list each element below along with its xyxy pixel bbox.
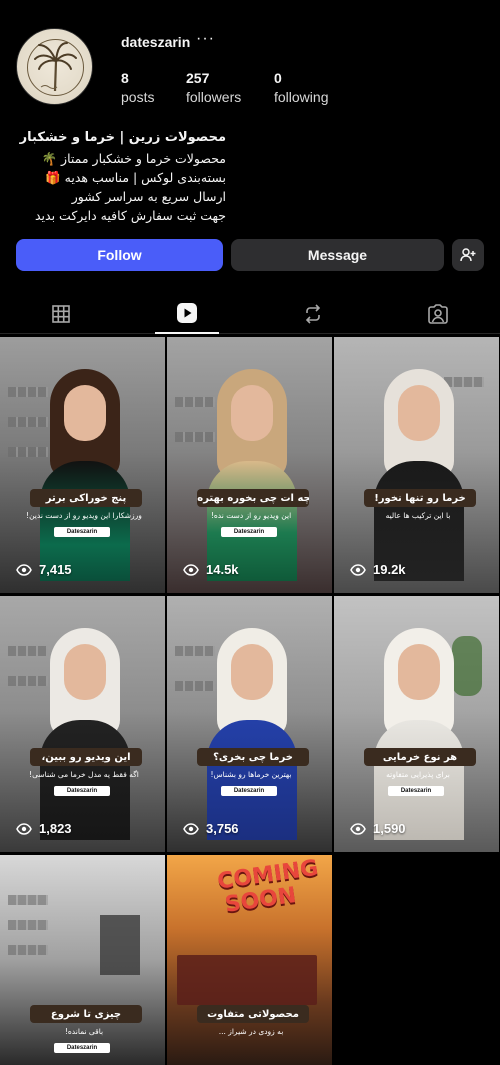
view-count: 1,590: [373, 821, 406, 836]
reels-icon: [177, 303, 197, 323]
eye-icon: [350, 822, 366, 835]
view-count: 7,415: [39, 562, 72, 577]
reel-subtitle: برای پذیرایی متفاوته: [386, 770, 450, 779]
reel-subtitle: اگه فقط یه مدل خرما می شناسی!: [29, 770, 139, 779]
profile-header: dateszarin ··· 8 posts 257 followers 0 f…: [0, 0, 500, 140]
profile-tabs: [0, 294, 500, 334]
reel-item[interactable]: چیزی تا شروع باقی نمانده! Dateszarin: [0, 855, 165, 1065]
reel-item[interactable]: خرما رو تنها نخور! با این ترکیب ها عالیه…: [334, 337, 499, 593]
reel-views: 1,590: [350, 821, 406, 836]
reel-item[interactable]: خرما چی بخری؟ بهترین خرماها رو بشناس! Da…: [167, 596, 332, 852]
storefront-graphic: [177, 955, 317, 1005]
reel-title: هر نوع خرمایی: [364, 748, 476, 766]
view-count: 14.5k: [206, 562, 239, 577]
bio-line: محصولات خرما و خشکبار ممتاز 🌴: [41, 151, 227, 166]
person-figure: [40, 369, 130, 581]
posts-count: 8: [121, 70, 129, 86]
follow-button[interactable]: Follow: [16, 239, 223, 271]
reel-subtitle: این ویدیو رو از دست نده!: [210, 511, 292, 520]
shelf-graphic: [8, 920, 48, 930]
reel-subtitle: باقی نمانده!: [64, 1027, 104, 1036]
following-label: following: [274, 89, 329, 105]
profile-avatar[interactable]: [16, 28, 93, 105]
eye-icon: [183, 822, 199, 835]
eye-icon: [350, 563, 366, 576]
posts-label: posts: [121, 89, 155, 105]
eye-icon: [16, 822, 32, 835]
eye-icon: [183, 563, 199, 576]
reel-views: 14.5k: [183, 562, 239, 577]
reel-item[interactable]: COMING SOON محصولاتی متفاوت به زودی در ش…: [167, 855, 332, 1065]
brand-tag: Dateszarin: [221, 786, 277, 796]
reel-title: بچه ات چی بخوره بهتره؟: [197, 489, 309, 507]
reel-item[interactable]: پنج خوراکی برتر ورزشکارا این ویدیو رو از…: [0, 337, 165, 593]
person-figure: [40, 628, 130, 840]
palm-logo-icon: [27, 39, 84, 96]
reel-subtitle: با این ترکیب ها عالیه: [385, 511, 451, 520]
grid-icon: [52, 305, 70, 323]
more-options-icon[interactable]: ···: [196, 30, 215, 48]
followers-label: followers: [186, 89, 242, 105]
reel-item[interactable]: این ویدیو رو ببین، اگه فقط یه مدل خرما م…: [0, 596, 165, 852]
reel-title: چیزی تا شروع: [30, 1005, 142, 1023]
reel-title: این ویدیو رو ببین،: [30, 748, 142, 766]
tab-reels[interactable]: [155, 294, 219, 334]
following-count: 0: [274, 70, 282, 86]
reel-title: خرما رو تنها نخور!: [364, 489, 476, 507]
brand-tag: Dateszarin: [54, 786, 110, 796]
add-user-button[interactable]: [452, 239, 484, 271]
shelf-graphic: [8, 895, 48, 905]
shelf-graphic: [8, 945, 48, 955]
person-figure: [374, 628, 464, 840]
stat-following[interactable]: 0 following: [274, 70, 328, 105]
view-count: 3,756: [206, 821, 239, 836]
bio-line: ارسال سریع به سراسر کشور: [71, 189, 226, 204]
person-figure: [374, 369, 464, 581]
reel-subtitle: بهترین خرماها رو بشناس!: [210, 770, 292, 779]
tab-tagged[interactable]: [406, 294, 470, 334]
reel-title: پنج خوراکی برتر: [30, 489, 142, 507]
reel-views: 3,756: [183, 821, 239, 836]
reel-title: محصولاتی متفاوت: [197, 1005, 309, 1023]
tab-reposts[interactable]: [281, 294, 345, 334]
reel-subtitle: به زودی در شیراز ...: [218, 1027, 284, 1036]
brand-tag: Dateszarin: [388, 786, 444, 796]
stat-posts[interactable]: 8 posts: [121, 70, 154, 105]
reel-item[interactable]: بچه ات چی بخوره بهتره؟ این ویدیو رو از د…: [167, 337, 332, 593]
add-user-icon: [460, 248, 476, 262]
bio-line: بسته‌بندی لوکس | مناسب هدیه 🎁: [45, 170, 226, 185]
stat-followers[interactable]: 257 followers: [186, 70, 241, 105]
person-figure: [207, 369, 297, 581]
followers-count: 257: [186, 70, 210, 86]
brand-tag: Dateszarin: [54, 527, 110, 537]
reel-views: 7,415: [16, 562, 72, 577]
reel-title: خرما چی بخری؟: [197, 748, 309, 766]
reels-grid: پنج خوراکی برتر ورزشکارا این ویدیو رو از…: [0, 337, 500, 1065]
reel-views: 19.2k: [350, 562, 406, 577]
bio-name: محصولات زرین | خرما و خشکبار: [19, 130, 226, 145]
message-button[interactable]: Message: [231, 239, 444, 271]
brand-tag: Dateszarin: [221, 527, 277, 537]
reel-item[interactable]: هر نوع خرمایی برای پذیرایی متفاوته Dates…: [334, 596, 499, 852]
view-count: 19.2k: [373, 562, 406, 577]
reel-views: 1,823: [16, 821, 72, 836]
tagged-icon: [428, 304, 448, 324]
reel-subtitle: ورزشکارا این ویدیو رو از دست ندین!: [26, 511, 142, 520]
view-count: 1,823: [39, 821, 72, 836]
profile-bio: محصولات زرین | خرما و خشکبار محصولات خرم…: [16, 128, 226, 225]
repost-icon: [305, 304, 321, 324]
brand-tag: Dateszarin: [54, 1043, 110, 1053]
tab-posts[interactable]: [29, 294, 93, 334]
bio-line: جهت ثبت سفارش کافیه دایرکت بدید: [35, 208, 226, 223]
eye-icon: [16, 563, 32, 576]
person-figure: [207, 628, 297, 840]
profile-username[interactable]: dateszarin: [121, 34, 190, 50]
display-case-graphic: [100, 915, 140, 975]
